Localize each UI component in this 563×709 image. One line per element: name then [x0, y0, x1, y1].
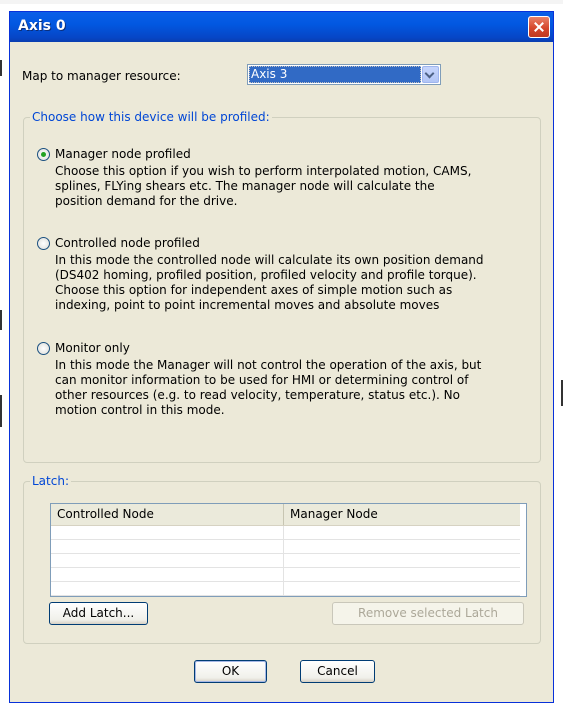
add-latch-button[interactable]: Add Latch...: [49, 602, 148, 625]
title-bar[interactable]: Axis 0: [10, 12, 553, 42]
background-edge-mark: [0, 60, 2, 76]
chevron-down-icon[interactable]: [422, 66, 439, 83]
background-window-strip: [0, 0, 563, 4]
option-description-manager-node-profiled: Choose this option if you wish to perfor…: [55, 164, 471, 209]
description-line: can monitor information to be used for H…: [55, 373, 469, 387]
latch-table[interactable]: Controlled Node Manager Node: [50, 503, 527, 597]
background-edge-mark: [0, 310, 2, 330]
description-line: indexing, point to point incremental mov…: [55, 298, 440, 312]
table-row[interactable]: [51, 526, 520, 540]
ok-button[interactable]: OK: [194, 660, 267, 683]
cancel-button[interactable]: Cancel: [300, 660, 375, 683]
column-header-manager-node[interactable]: Manager Node: [284, 504, 520, 525]
dialog-title: Axis 0: [18, 18, 66, 34]
description-line: Choose this option for independent axes …: [55, 283, 453, 297]
close-icon[interactable]: [528, 16, 550, 38]
option-label-manager-node-profiled[interactable]: Manager node profiled: [55, 147, 191, 161]
axis-dialog: Axis 0 Map to manager resource: Axis 3 C…: [9, 11, 554, 703]
table-cell: [284, 526, 520, 540]
profile-group-legend: Choose how this device will be profiled:: [30, 110, 272, 124]
column-header-controlled-node[interactable]: Controlled Node: [51, 504, 284, 525]
table-cell: [51, 568, 284, 582]
option-description-controlled-node-profiled: In this mode the controlled node will ca…: [55, 253, 484, 313]
table-cell: [51, 540, 284, 554]
radio-controlled-node-profiled[interactable]: [37, 237, 50, 250]
description-line: In this mode the Manager will not contro…: [55, 358, 482, 372]
option-label-monitor-only[interactable]: Monitor only: [55, 341, 130, 355]
option-description-monitor-only: In this mode the Manager will not contro…: [55, 358, 481, 418]
table-cell: [284, 582, 520, 596]
description-line: other resources (e.g. to read velocity, …: [55, 388, 460, 402]
remove-selected-latch-button[interactable]: Remove selected Latch: [332, 602, 524, 625]
radio-monitor-only[interactable]: [37, 342, 50, 355]
map-resource-select[interactable]: Axis 3: [247, 64, 441, 85]
description-line: splines, FLYing shears etc. The manager …: [55, 179, 435, 193]
option-label-controlled-node-profiled[interactable]: Controlled node profiled: [55, 236, 200, 250]
map-resource-label: Map to manager resource:: [22, 69, 181, 83]
table-cell: [284, 568, 520, 582]
description-line: position demand for the drive.: [55, 194, 238, 208]
table-cell: [284, 540, 520, 554]
latch-table-header: Controlled Node Manager Node: [51, 504, 520, 526]
table-cell: [51, 526, 284, 540]
latch-group-legend: Latch:: [30, 474, 71, 488]
background-edge-mark: [0, 395, 2, 427]
description-line: In this mode the controlled node will ca…: [55, 253, 484, 267]
table-cell: [51, 582, 284, 596]
profile-group: Choose how this device will be profiled:…: [23, 110, 541, 463]
description-line: (DS402 homing, profiled position, profil…: [55, 268, 477, 282]
table-row[interactable]: [51, 582, 520, 596]
table-row[interactable]: [51, 554, 520, 568]
table-cell: [284, 554, 520, 568]
radio-manager-node-profiled[interactable]: [37, 148, 50, 161]
description-line: Choose this option if you wish to perfor…: [55, 164, 472, 178]
table-row[interactable]: [51, 540, 520, 554]
map-resource-value: Axis 3: [249, 66, 421, 83]
description-line: motion control in this mode.: [55, 403, 225, 417]
table-row[interactable]: [51, 568, 520, 582]
table-cell: [51, 554, 284, 568]
